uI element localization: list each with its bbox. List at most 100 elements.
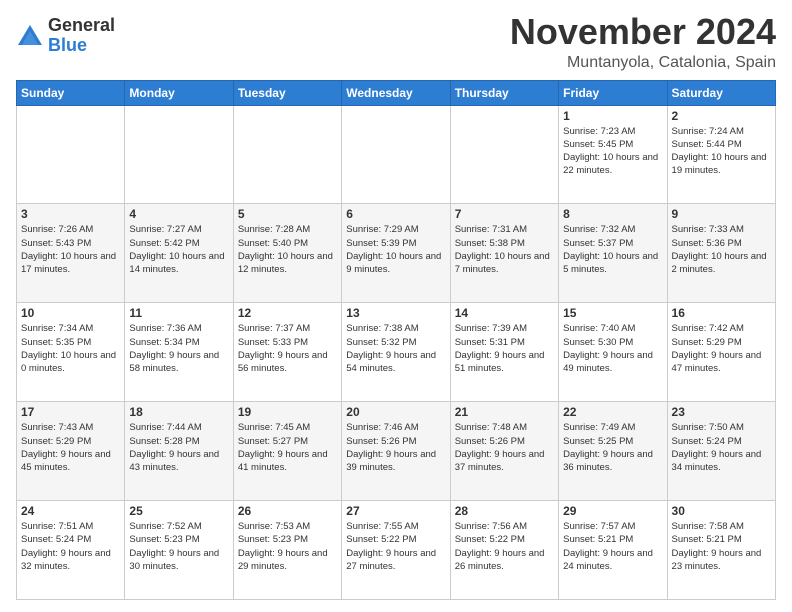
cell-week4-day0: 17 Sunrise: 7:43 AM Sunset: 5:29 PM Dayli… [17,402,125,501]
day-number: 13 [346,306,445,320]
day-info: Sunrise: 7:37 AM Sunset: 5:33 PM Dayligh… [238,322,337,375]
day-number: 25 [129,504,228,518]
day-number: 11 [129,306,228,320]
cell-week5-day4: 28Sunrise: 7:56 AM Sunset: 5:22 PM Dayli… [450,501,558,600]
month-title: November 2024 [510,12,776,52]
header-sunday: Sunday [17,80,125,105]
header-monday: Monday [125,80,233,105]
cell-week1-day6: 2 Sunrise: 7:24 AM Sunset: 5:44 PM Daylig… [667,105,775,204]
day-info: Sunrise: 7:31 AM Sunset: 5:38 PM Dayligh… [455,223,554,276]
week-row-5: 24 Sunrise: 7:51 AM Sunset: 5:24 PM Dayli… [17,501,776,600]
day-info: Sunrise: 7:32 AM Sunset: 5:37 PM Dayligh… [563,223,662,276]
cell-week4-day6: 23Sunrise: 7:50 AM Sunset: 5:24 PM Dayli… [667,402,775,501]
logo-general-text: General [48,16,115,36]
day-number: 6 [346,207,445,221]
day-info: Sunrise: 7:56 AM Sunset: 5:22 PM Dayligh… [455,520,554,573]
header-tuesday: Tuesday [233,80,341,105]
day-info: Sunrise: 7:52 AM Sunset: 5:23 PM Dayligh… [129,520,228,573]
day-number: 16 [672,306,771,320]
page: General Blue November 2024 Muntanyola, C… [0,0,792,612]
cell-week3-day5: 15 Sunrise: 7:40 AM Sunset: 5:30 PM Dayli… [559,303,667,402]
day-number: 8 [563,207,662,221]
day-info: Sunrise: 7:57 AM Sunset: 5:21 PM Dayligh… [563,520,662,573]
cell-week3-day6: 16 Sunrise: 7:42 AM Sunset: 5:29 PM Dayli… [667,303,775,402]
logo-text: General Blue [48,16,115,56]
day-number: 1 [563,109,662,123]
header-wednesday: Wednesday [342,80,450,105]
cell-week4-day5: 22 Sunrise: 7:49 AM Sunset: 5:25 PM Dayli… [559,402,667,501]
day-number: 12 [238,306,337,320]
location-title: Muntanyola, Catalonia, Spain [510,54,776,72]
day-number: 24 [21,504,120,518]
day-info: Sunrise: 7:51 AM Sunset: 5:24 PM Dayligh… [21,520,120,573]
cell-week5-day0: 24 Sunrise: 7:51 AM Sunset: 5:24 PM Dayli… [17,501,125,600]
cell-week1-day2 [233,105,341,204]
cell-week1-day3 [342,105,450,204]
day-info: Sunrise: 7:48 AM Sunset: 5:26 PM Dayligh… [455,421,554,474]
day-number: 18 [129,405,228,419]
day-number: 7 [455,207,554,221]
day-number: 14 [455,306,554,320]
day-info: Sunrise: 7:53 AM Sunset: 5:23 PM Dayligh… [238,520,337,573]
day-number: 9 [672,207,771,221]
day-number: 15 [563,306,662,320]
day-number: 5 [238,207,337,221]
day-number: 4 [129,207,228,221]
day-number: 10 [21,306,120,320]
cell-week3-day3: 13Sunrise: 7:38 AM Sunset: 5:32 PM Dayli… [342,303,450,402]
header: General Blue November 2024 Muntanyola, C… [16,12,776,72]
cell-week4-day4: 21Sunrise: 7:48 AM Sunset: 5:26 PM Dayli… [450,402,558,501]
day-info: Sunrise: 7:42 AM Sunset: 5:29 PM Dayligh… [672,322,771,375]
day-info: Sunrise: 7:49 AM Sunset: 5:25 PM Dayligh… [563,421,662,474]
logo-blue-text: Blue [48,36,115,56]
day-number: 27 [346,504,445,518]
week-row-1: 1 Sunrise: 7:23 AM Sunset: 5:45 PM Daylig… [17,105,776,204]
day-info: Sunrise: 7:29 AM Sunset: 5:39 PM Dayligh… [346,223,445,276]
day-info: Sunrise: 7:40 AM Sunset: 5:30 PM Dayligh… [563,322,662,375]
day-info: Sunrise: 7:24 AM Sunset: 5:44 PM Dayligh… [672,125,771,178]
day-info: Sunrise: 7:43 AM Sunset: 5:29 PM Dayligh… [21,421,120,474]
cell-week2-day4: 7 Sunrise: 7:31 AM Sunset: 5:38 PM Daylig… [450,204,558,303]
cell-week5-day1: 25 Sunrise: 7:52 AM Sunset: 5:23 PM Dayli… [125,501,233,600]
cell-week5-day2: 26Sunrise: 7:53 AM Sunset: 5:23 PM Dayli… [233,501,341,600]
cell-week4-day1: 18 Sunrise: 7:44 AM Sunset: 5:28 PM Dayli… [125,402,233,501]
logo: General Blue [16,16,115,56]
day-info: Sunrise: 7:50 AM Sunset: 5:24 PM Dayligh… [672,421,771,474]
header-thursday: Thursday [450,80,558,105]
day-number: 22 [563,405,662,419]
calendar-table: Sunday Monday Tuesday Wednesday Thursday… [16,80,776,600]
cell-week2-day2: 5Sunrise: 7:28 AM Sunset: 5:40 PM Daylig… [233,204,341,303]
day-number: 17 [21,405,120,419]
cell-week2-day5: 8 Sunrise: 7:32 AM Sunset: 5:37 PM Daylig… [559,204,667,303]
day-number: 20 [346,405,445,419]
day-info: Sunrise: 7:26 AM Sunset: 5:43 PM Dayligh… [21,223,120,276]
day-info: Sunrise: 7:36 AM Sunset: 5:34 PM Dayligh… [129,322,228,375]
day-number: 2 [672,109,771,123]
cell-week5-day5: 29Sunrise: 7:57 AM Sunset: 5:21 PM Dayli… [559,501,667,600]
cell-week2-day6: 9 Sunrise: 7:33 AM Sunset: 5:36 PM Daylig… [667,204,775,303]
cell-week1-day1 [125,105,233,204]
week-row-2: 3 Sunrise: 7:26 AM Sunset: 5:43 PM Daylig… [17,204,776,303]
cell-week3-day4: 14Sunrise: 7:39 AM Sunset: 5:31 PM Dayli… [450,303,558,402]
cell-week2-day1: 4 Sunrise: 7:27 AM Sunset: 5:42 PM Daylig… [125,204,233,303]
week-row-4: 17 Sunrise: 7:43 AM Sunset: 5:29 PM Dayli… [17,402,776,501]
day-info: Sunrise: 7:58 AM Sunset: 5:21 PM Dayligh… [672,520,771,573]
cell-week5-day6: 30Sunrise: 7:58 AM Sunset: 5:21 PM Dayli… [667,501,775,600]
day-number: 3 [21,207,120,221]
cell-week3-day2: 12 Sunrise: 7:37 AM Sunset: 5:33 PM Dayli… [233,303,341,402]
day-info: Sunrise: 7:46 AM Sunset: 5:26 PM Dayligh… [346,421,445,474]
day-info: Sunrise: 7:27 AM Sunset: 5:42 PM Dayligh… [129,223,228,276]
cell-week1-day0 [17,105,125,204]
cell-week1-day5: 1 Sunrise: 7:23 AM Sunset: 5:45 PM Daylig… [559,105,667,204]
cell-week4-day3: 20 Sunrise: 7:46 AM Sunset: 5:26 PM Dayli… [342,402,450,501]
cell-week2-day3: 6 Sunrise: 7:29 AM Sunset: 5:39 PM Daylig… [342,204,450,303]
day-info: Sunrise: 7:44 AM Sunset: 5:28 PM Dayligh… [129,421,228,474]
day-info: Sunrise: 7:33 AM Sunset: 5:36 PM Dayligh… [672,223,771,276]
day-info: Sunrise: 7:55 AM Sunset: 5:22 PM Dayligh… [346,520,445,573]
calendar-header-row: Sunday Monday Tuesday Wednesday Thursday… [17,80,776,105]
logo-icon [16,23,44,51]
day-number: 19 [238,405,337,419]
day-info: Sunrise: 7:23 AM Sunset: 5:45 PM Dayligh… [563,125,662,178]
day-info: Sunrise: 7:45 AM Sunset: 5:27 PM Dayligh… [238,421,337,474]
cell-week3-day1: 11 Sunrise: 7:36 AM Sunset: 5:34 PM Dayli… [125,303,233,402]
